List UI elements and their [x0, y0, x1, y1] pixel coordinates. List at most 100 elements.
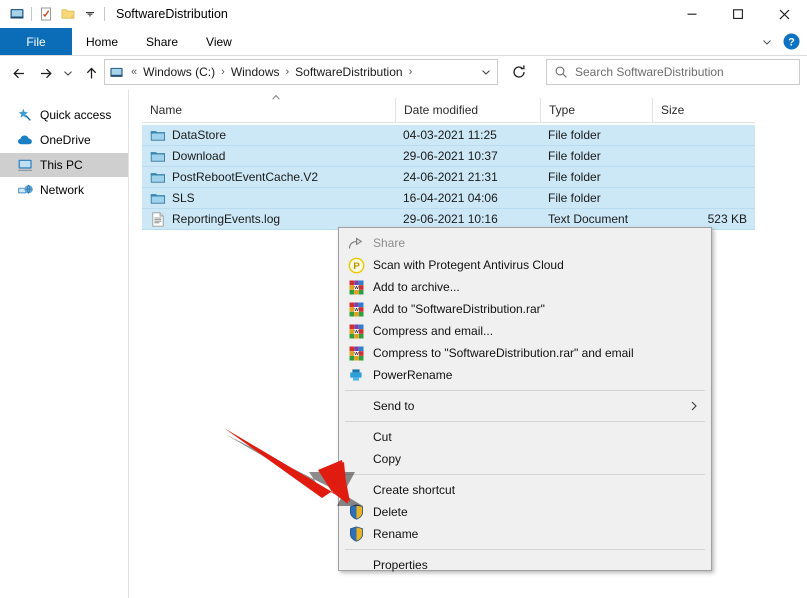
menu-item-compress-and-email[interactable]: W Compress and email... — [339, 320, 711, 342]
sidebar-item-network[interactable]: Network — [0, 178, 128, 202]
shield-icon — [339, 524, 373, 544]
menu-item-cut[interactable]: Cut — [339, 426, 711, 448]
computer-icon — [105, 65, 127, 80]
minimize-icon[interactable] — [669, 0, 715, 28]
menu-icon-placeholder — [339, 396, 373, 416]
forward-button[interactable] — [32, 59, 58, 87]
address-input[interactable]: « Windows (C:) › Windows › SoftwareDistr… — [104, 59, 498, 85]
file-date-cell: 24-06-2021 21:31 — [395, 167, 540, 188]
svg-text:?: ? — [788, 36, 795, 48]
menu-separator — [345, 421, 705, 422]
address-bar-row: « Windows (C:) › Windows › SoftwareDistr… — [0, 56, 807, 90]
menu-item-share[interactable]: Share — [339, 232, 711, 254]
menu-item-copy[interactable]: Copy — [339, 448, 711, 470]
menu-item-compress-to-rar-and-email[interactable]: W Compress to "SoftwareDistribution.rar"… — [339, 342, 711, 364]
title-bar: SoftwareDistribution — [0, 0, 807, 28]
close-icon[interactable] — [761, 0, 807, 28]
menu-item-delete[interactable]: Delete — [339, 501, 711, 523]
sidebar-item-quick-access[interactable]: Quick access — [0, 103, 128, 127]
search-box[interactable]: Search SoftwareDistribution — [546, 59, 800, 85]
menu-icon-placeholder — [339, 555, 373, 575]
table-row[interactable]: PostRebootEventCache.V2 24-06-2021 21:31… — [142, 167, 755, 188]
menu-item-create-shortcut[interactable]: Create shortcut — [339, 479, 711, 501]
menu-item-label: Compress and email... — [373, 324, 493, 338]
menu-item-label: Scan with Protegent Antivirus Cloud — [373, 258, 564, 272]
tab-home[interactable]: Home — [72, 28, 132, 55]
sort-ascending-icon — [270, 90, 282, 98]
help-icon[interactable]: ? — [781, 32, 801, 52]
column-header-date-modified[interactable]: Date modified — [395, 98, 540, 122]
column-header-size[interactable]: Size — [652, 98, 755, 122]
tab-file[interactable]: File — [0, 28, 72, 55]
menu-item-add-to-archive[interactable]: W Add to archive... — [339, 276, 711, 298]
svg-text:W: W — [354, 329, 359, 334]
window-controls — [669, 0, 807, 28]
file-name-label: SLS — [172, 191, 195, 205]
svg-text:P: P — [353, 261, 360, 272]
menu-item-rename[interactable]: Rename — [339, 523, 711, 545]
tab-share[interactable]: Share — [132, 28, 192, 55]
breadcrumb-chevron-1[interactable]: › — [217, 66, 229, 78]
column-header-name[interactable]: Name — [142, 98, 395, 122]
sidebar-item-label: Quick access — [40, 108, 111, 122]
address-dropdown-icon[interactable] — [475, 66, 497, 78]
sidebar-item-onedrive[interactable]: OneDrive — [0, 128, 128, 152]
menu-icon-placeholder — [339, 480, 373, 500]
properties-icon[interactable] — [35, 3, 57, 25]
column-header-name-label: Name — [150, 103, 182, 117]
refresh-button[interactable] — [505, 59, 533, 85]
column-headers: Name Date modified Type Size — [142, 98, 755, 122]
folder-icon — [148, 190, 168, 206]
customize-chevron-icon[interactable] — [79, 3, 101, 25]
back-button[interactable] — [6, 59, 32, 87]
tab-view[interactable]: View — [192, 28, 246, 55]
window-title: SoftwareDistribution — [116, 7, 228, 21]
chevron-down-icon[interactable] — [757, 32, 777, 52]
winrar-icon: W — [339, 277, 373, 297]
breadcrumb-overflow[interactable]: « — [127, 66, 141, 78]
column-header-type-label: Type — [549, 103, 575, 117]
search-input[interactable]: Search SoftwareDistribution — [575, 65, 724, 79]
chevron-right-icon — [689, 399, 699, 413]
file-rows: DataStore 04-03-2021 11:25 File folder — [142, 125, 755, 230]
table-row[interactable]: SLS 16-04-2021 04:06 File folder — [142, 188, 755, 209]
qat-divider-1 — [31, 7, 32, 21]
winrar-icon: W — [339, 343, 373, 363]
breadcrumb-item-drive[interactable]: Windows (C:) — [141, 65, 217, 79]
column-header-date-label: Date modified — [404, 103, 478, 117]
menu-item-scan-protegent[interactable]: P Scan with Protegent Antivirus Cloud — [339, 254, 711, 276]
recent-locations-icon[interactable] — [58, 59, 78, 87]
menu-item-powerrename[interactable]: PowerRename — [339, 364, 711, 386]
explorer-icon[interactable] — [6, 3, 28, 25]
sidebar-item-this-pc[interactable]: This PC — [0, 153, 128, 177]
column-header-type[interactable]: Type — [540, 98, 652, 122]
breadcrumb-item-windows[interactable]: Windows — [229, 65, 282, 79]
folder-icon — [148, 127, 168, 143]
folder-icon — [148, 169, 168, 185]
menu-item-add-to-rar[interactable]: W Add to "SoftwareDistribution.rar" — [339, 298, 711, 320]
network-icon — [14, 181, 36, 199]
breadcrumb-chevron-2[interactable]: › — [282, 66, 294, 78]
svg-text:W: W — [354, 351, 359, 356]
svg-text:W: W — [354, 285, 359, 290]
table-row[interactable]: Download 29-06-2021 10:37 File folder — [142, 146, 755, 167]
file-size-cell — [652, 167, 755, 188]
menu-item-send-to[interactable]: Send to — [339, 395, 711, 417]
menu-item-label: Add to archive... — [373, 280, 460, 294]
up-button[interactable] — [78, 59, 104, 87]
file-date-cell: 04-03-2021 11:25 — [395, 125, 540, 146]
file-date-cell: 29-06-2021 10:37 — [395, 146, 540, 167]
file-size-cell — [652, 125, 755, 146]
new-folder-icon[interactable] — [57, 3, 79, 25]
folder-icon — [148, 148, 168, 164]
breadcrumb: « Windows (C:) › Windows › SoftwareDistr… — [127, 65, 475, 79]
menu-item-label: PowerRename — [373, 368, 452, 382]
sidebar-item-label: Network — [40, 183, 84, 197]
breadcrumb-chevron-3[interactable]: › — [405, 66, 417, 78]
menu-item-label: Add to "SoftwareDistribution.rar" — [373, 302, 545, 316]
menu-item-properties[interactable]: Properties — [339, 554, 711, 576]
breadcrumb-item-softwaredistribution[interactable]: SoftwareDistribution — [293, 65, 404, 79]
svg-text:W: W — [354, 307, 359, 312]
table-row[interactable]: DataStore 04-03-2021 11:25 File folder — [142, 125, 755, 146]
maximize-icon[interactable] — [715, 0, 761, 28]
